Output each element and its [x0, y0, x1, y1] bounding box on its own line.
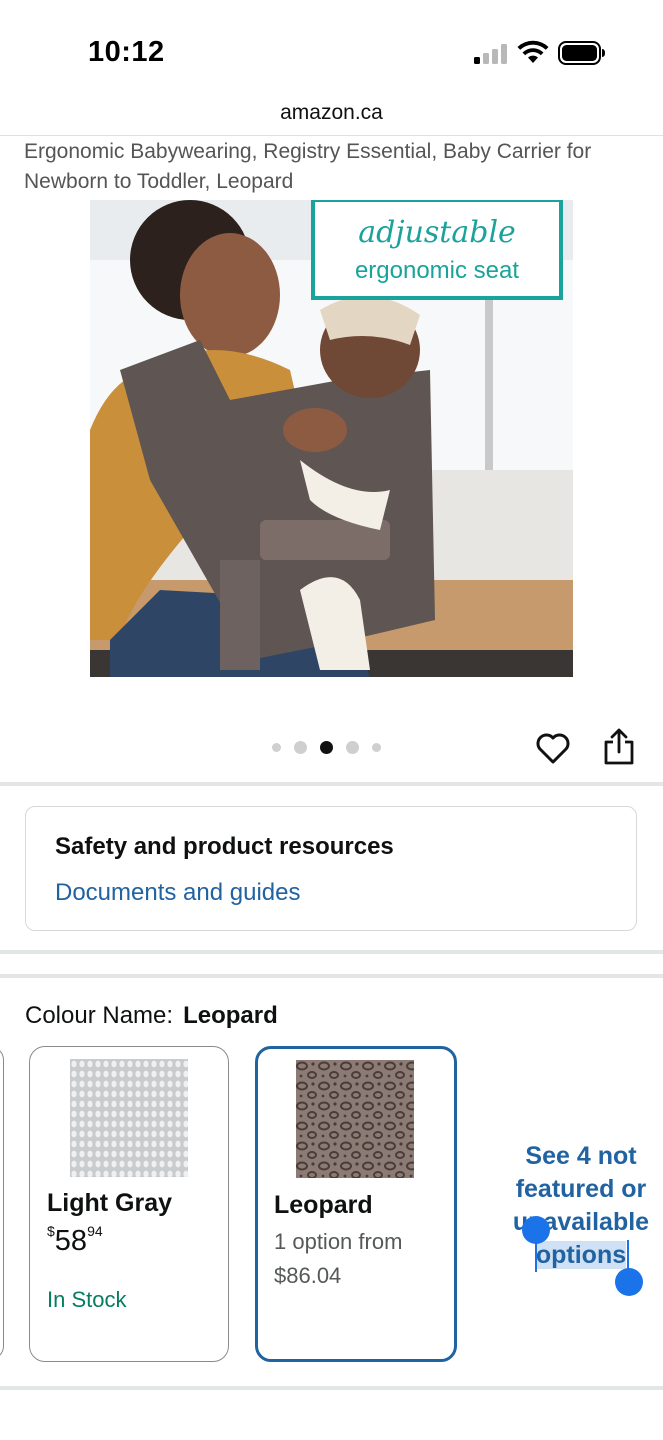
resources-heading: Safety and product resources [55, 833, 394, 860]
selection-caret-start [535, 1240, 537, 1272]
product-photo: adjustable ergonomic seat [90, 200, 573, 677]
selected-text: options [535, 1241, 627, 1269]
share-icon[interactable] [602, 728, 636, 766]
address-bar[interactable]: amazon.ca [0, 100, 663, 136]
swatch-option-count: 1 option from [274, 1229, 403, 1254]
swatch-light-gray[interactable]: Light Gray $5894 In Stock [29, 1046, 229, 1362]
carousel-dot[interactable] [294, 740, 307, 754]
swatch-name: Leopard [274, 1191, 373, 1219]
cellular-signal-icon [474, 44, 507, 64]
swatch-leopard[interactable]: Leopard 1 option from $86.04 [255, 1046, 457, 1362]
swatch-price: $5894 [47, 1223, 103, 1258]
price-whole: 58 [54, 1225, 88, 1257]
carousel-dot[interactable] [346, 740, 359, 754]
section-divider [0, 782, 663, 786]
price-symbol: $ [47, 1223, 55, 1239]
status-bar: 10:12 [0, 0, 663, 100]
swatch-price: $86.04 [274, 1263, 342, 1288]
selection-start-handle[interactable] [522, 1216, 550, 1244]
carousel-dot-active[interactable] [320, 740, 333, 754]
leopard-swatch-image [296, 1060, 414, 1178]
heart-icon[interactable] [535, 730, 571, 766]
selection-end-handle[interactable] [615, 1268, 643, 1296]
safety-resources-card[interactable]: Safety and product resources Documents a… [25, 806, 637, 931]
price-fraction: 94 [87, 1223, 103, 1239]
banner-text: ergonomic seat [355, 257, 519, 284]
colour-label-text: Colour Name: [25, 1002, 174, 1029]
see-more-line: See 4 not [525, 1142, 637, 1170]
wifi-icon [517, 40, 549, 63]
image-carousel-dots[interactable] [272, 737, 381, 757]
stock-status: In Stock [47, 1287, 127, 1312]
product-title: Ergonomic Babywearing, Registry Essentia… [24, 140, 592, 193]
url-text: amazon.ca [280, 101, 383, 124]
light-gray-swatch-image [70, 1059, 188, 1177]
banner-script-text: adjustable [358, 215, 516, 250]
status-time: 10:12 [88, 36, 165, 68]
see-unavailable-options-link[interactable]: See 4 not featured or unavailable option… [504, 1140, 658, 1272]
previous-swatch-card[interactable] [0, 1046, 4, 1360]
section-divider [0, 950, 663, 954]
carousel-dot[interactable] [372, 742, 381, 752]
section-divider [0, 974, 663, 978]
documents-guides-link[interactable]: Documents and guides [55, 879, 300, 907]
colour-name-label: Colour Name: Leopard [25, 1002, 278, 1030]
swatch-name: Light Gray [47, 1189, 173, 1217]
see-more-line-selected: options [504, 1239, 658, 1272]
see-more-line: featured or [515, 1175, 647, 1203]
colour-selected-value: Leopard [183, 1002, 278, 1029]
product-image[interactable]: adjustable ergonomic seat [90, 200, 573, 677]
battery-icon [558, 41, 605, 65]
section-divider [0, 1386, 663, 1390]
carousel-dot[interactable] [272, 742, 281, 752]
